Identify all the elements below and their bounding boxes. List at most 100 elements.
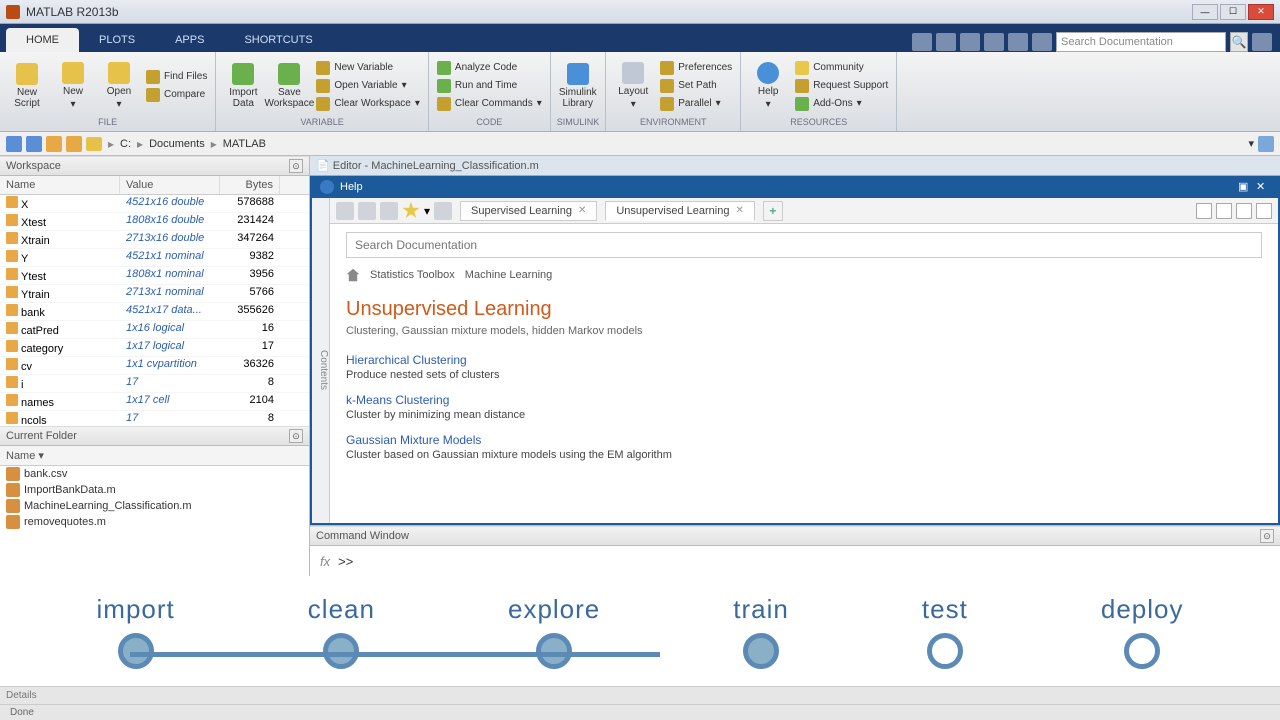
list-item[interactable]: MachineLearning_Classification.m (0, 498, 309, 514)
redo-icon[interactable] (1008, 33, 1028, 51)
community-button[interactable]: Community (793, 60, 890, 76)
details-bar[interactable]: Details (0, 686, 1280, 704)
table-row[interactable]: bank4521x17 data...355626 (0, 303, 309, 321)
help-favorite-icon[interactable] (402, 202, 420, 220)
table-row[interactable]: Xtest1808x16 double231424 (0, 213, 309, 231)
table-row[interactable]: i178 (0, 375, 309, 393)
help-home-icon[interactable] (380, 202, 398, 220)
workspace-options-icon[interactable]: ⊙ (289, 159, 303, 173)
help-crumb-ml[interactable]: Machine Learning (465, 269, 552, 281)
ws-col-value[interactable]: Value (120, 176, 220, 194)
current-folder-options-icon[interactable]: ⊙ (289, 429, 303, 443)
crumb-dropdown-icon[interactable]: ▾ (1248, 137, 1254, 150)
list-item[interactable]: removequotes.m (0, 514, 309, 530)
help-tab-supervised[interactable]: Supervised Learning ✕ (460, 201, 597, 221)
browse-icon[interactable] (66, 136, 82, 152)
collapse-ribbon-icon[interactable] (1252, 33, 1272, 51)
find-files-button[interactable]: Find Files (144, 69, 209, 85)
undo-icon[interactable] (984, 33, 1004, 51)
preferences-button[interactable]: Preferences (658, 60, 734, 76)
close-icon[interactable]: ✕ (578, 205, 586, 216)
crumb-matlab[interactable]: MATLAB (223, 138, 266, 150)
analyze-code-button[interactable]: Analyze Code (435, 60, 544, 76)
close-icon[interactable]: ✕ (735, 205, 743, 216)
table-row[interactable]: catPred1x16 logical16 (0, 321, 309, 339)
table-row[interactable]: Xtrain2713x16 double347264 (0, 231, 309, 249)
home-icon[interactable] (346, 268, 360, 282)
help-forward-icon[interactable] (358, 202, 376, 220)
clear-workspace-button[interactable]: Clear Workspace ▾ (314, 96, 422, 112)
ribbon-tab-plots[interactable]: PLOTS (79, 28, 155, 52)
help-undock-icon[interactable]: ▣ (1238, 180, 1252, 194)
cf-col-name[interactable]: Name ▾ (0, 446, 309, 466)
help-new-tab-button[interactable]: + (763, 201, 783, 221)
ribbon-tab-shortcuts[interactable]: SHORTCUTS (224, 28, 332, 52)
layout-grid-icon[interactable] (1196, 203, 1212, 219)
layout-max-icon[interactable] (1256, 203, 1272, 219)
layout-single-icon[interactable] (1236, 203, 1252, 219)
ws-col-name[interactable]: Name (0, 176, 120, 194)
doc-search-button[interactable]: 🔍 (1230, 32, 1248, 52)
paste-icon[interactable] (960, 33, 980, 51)
forward-icon[interactable] (26, 136, 42, 152)
run-and-time-button[interactable]: Run and Time (435, 78, 544, 94)
command-window-options-icon[interactable]: ⊙ (1260, 529, 1274, 543)
new-button[interactable]: New▾ (52, 56, 94, 115)
doc-search-input[interactable]: Search Documentation (1056, 32, 1226, 52)
help-close-icon[interactable]: ✕ (1256, 180, 1270, 194)
table-row[interactable]: names1x17 cell2104 (0, 393, 309, 411)
help-button[interactable]: Help▾ (747, 56, 789, 115)
layout-split-icon[interactable] (1216, 203, 1232, 219)
help-search-input[interactable] (346, 232, 1262, 258)
help-section-link[interactable]: k-Means Clustering (346, 393, 1262, 407)
up-icon[interactable] (46, 136, 62, 152)
help-section-link[interactable]: Hierarchical Clustering (346, 353, 1262, 367)
help-crumb-toolbox[interactable]: Statistics Toolbox (370, 269, 455, 281)
new-variable-button[interactable]: New Variable (314, 60, 422, 76)
back-icon[interactable] (6, 136, 22, 152)
set-path-button[interactable]: Set Path (658, 78, 734, 94)
help-ribbon-icon[interactable] (1032, 33, 1052, 51)
close-button[interactable]: ✕ (1248, 4, 1274, 20)
table-row[interactable]: X4521x16 double578688 (0, 195, 309, 213)
list-item[interactable]: bank.csv (0, 466, 309, 482)
search-folder-icon[interactable] (1258, 136, 1274, 152)
fx-icon[interactable]: fx (320, 554, 330, 569)
ribbon-tab-home[interactable]: HOME (6, 28, 79, 52)
clear-commands-button[interactable]: Clear Commands ▾ (435, 96, 544, 112)
table-row[interactable]: Ytest1808x1 nominal3956 (0, 267, 309, 285)
ws-var-name: Xtest (0, 213, 120, 230)
open-button[interactable]: Open▾ (98, 56, 140, 115)
request-support-button[interactable]: Request Support (793, 78, 890, 94)
crumb-documents[interactable]: Documents (149, 138, 205, 150)
ribbon-tab-apps[interactable]: APPS (155, 28, 224, 52)
list-item[interactable]: ImportBankData.m (0, 482, 309, 498)
help-sidebar[interactable]: Contents (312, 198, 330, 523)
command-window-body[interactable]: fx >> (310, 546, 1280, 576)
layout-button[interactable]: Layout▾ (612, 56, 654, 115)
help-tab-unsupervised[interactable]: Unsupervised Learning ✕ (605, 201, 755, 221)
open-variable-button[interactable]: Open Variable ▾ (314, 78, 422, 94)
table-row[interactable]: Y4521x1 nominal9382 (0, 249, 309, 267)
ws-col-bytes[interactable]: Bytes (220, 176, 280, 194)
help-back-icon[interactable] (336, 202, 354, 220)
chevron-down-icon[interactable]: ▾ (424, 204, 430, 218)
table-row[interactable]: cv1x1 cvpartition36326 (0, 357, 309, 375)
help-section-link[interactable]: Gaussian Mixture Models (346, 433, 1262, 447)
compare-button[interactable]: Compare (144, 87, 209, 103)
simulink-library-button[interactable]: Simulink Library (557, 56, 599, 115)
import-data-button[interactable]: Import Data (222, 56, 264, 115)
maximize-button[interactable]: ☐ (1220, 4, 1246, 20)
new-script-button[interactable]: New Script (6, 56, 48, 115)
crumb-drive[interactable]: C: (120, 138, 131, 150)
table-row[interactable]: ncols178 (0, 411, 309, 426)
table-row[interactable]: Ytrain2713x1 nominal5766 (0, 285, 309, 303)
addons-button[interactable]: Add-Ons ▾ (793, 96, 890, 112)
parallel-button[interactable]: Parallel ▾ (658, 96, 734, 112)
table-row[interactable]: category1x17 logical17 (0, 339, 309, 357)
save-workspace-button[interactable]: Save Workspace (268, 56, 310, 115)
copy-icon[interactable] (936, 33, 956, 51)
cut-icon[interactable] (912, 33, 932, 51)
help-print-icon[interactable] (434, 202, 452, 220)
minimize-button[interactable]: — (1192, 4, 1218, 20)
